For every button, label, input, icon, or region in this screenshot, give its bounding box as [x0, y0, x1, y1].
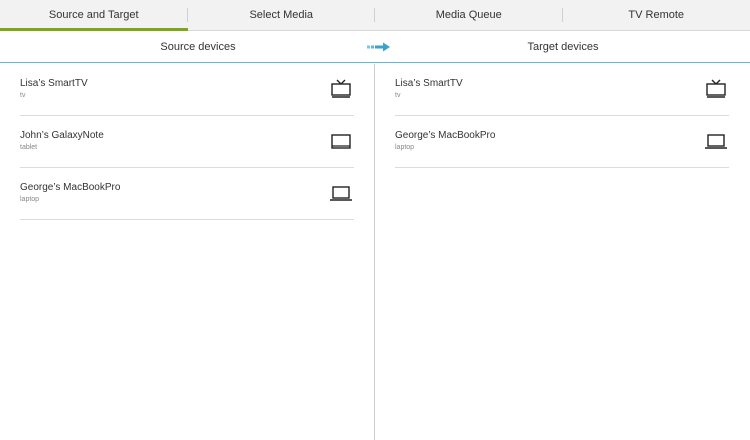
source-device-item[interactable]: George’s MacBookPro laptop	[20, 168, 354, 220]
tab-label: Select Media	[249, 9, 314, 21]
target-device-item[interactable]: George’s MacBookPro laptop	[395, 116, 729, 168]
device-type: tv	[395, 92, 401, 99]
tablet-icon	[331, 134, 351, 149]
device-name: George’s MacBookPro	[395, 130, 496, 141]
source-devices-heading: Source devices	[160, 40, 236, 53]
column-divider	[374, 64, 375, 440]
tv-icon	[706, 79, 726, 98]
tv-icon	[331, 79, 351, 98]
source-device-item[interactable]: John’s GalaxyNote tablet	[20, 116, 354, 168]
target-device-list: Lisa’s SmartTV tv George’s MacBookPro la…	[395, 64, 729, 168]
source-device-list: Lisa’s SmartTV tv John’s GalaxyNote tabl…	[20, 64, 354, 220]
device-type: laptop	[395, 144, 415, 151]
device-name: Lisa’s SmartTV	[20, 78, 88, 89]
device-type: tablet	[20, 144, 38, 151]
source-device-item[interactable]: Lisa’s SmartTV tv	[20, 64, 354, 116]
target-device-item[interactable]: Lisa’s SmartTV tv	[395, 64, 729, 116]
tab-tv-remote[interactable]: TV Remote	[563, 0, 750, 30]
tab-select-media[interactable]: Select Media	[188, 0, 375, 30]
tab-media-queue[interactable]: Media Queue	[375, 0, 563, 30]
device-name: John’s GalaxyNote	[20, 130, 104, 141]
tab-label: Source and Target	[48, 9, 139, 21]
tab-label: Media Queue	[435, 9, 502, 21]
device-type: tv	[20, 92, 26, 99]
device-name: George’s MacBookPro	[20, 182, 121, 193]
target-devices-heading: Target devices	[527, 40, 599, 53]
laptop-icon	[705, 134, 727, 149]
tab-label: TV Remote	[628, 9, 685, 21]
devices-header: Source devices Target devices	[0, 31, 750, 63]
device-name: Lisa’s SmartTV	[395, 78, 463, 89]
device-type: laptop	[20, 196, 40, 203]
laptop-icon	[330, 186, 352, 201]
tab-source-and-target[interactable]: Source and Target	[0, 0, 188, 31]
tab-bar: Source and Target Select Media Media Que…	[0, 0, 750, 31]
